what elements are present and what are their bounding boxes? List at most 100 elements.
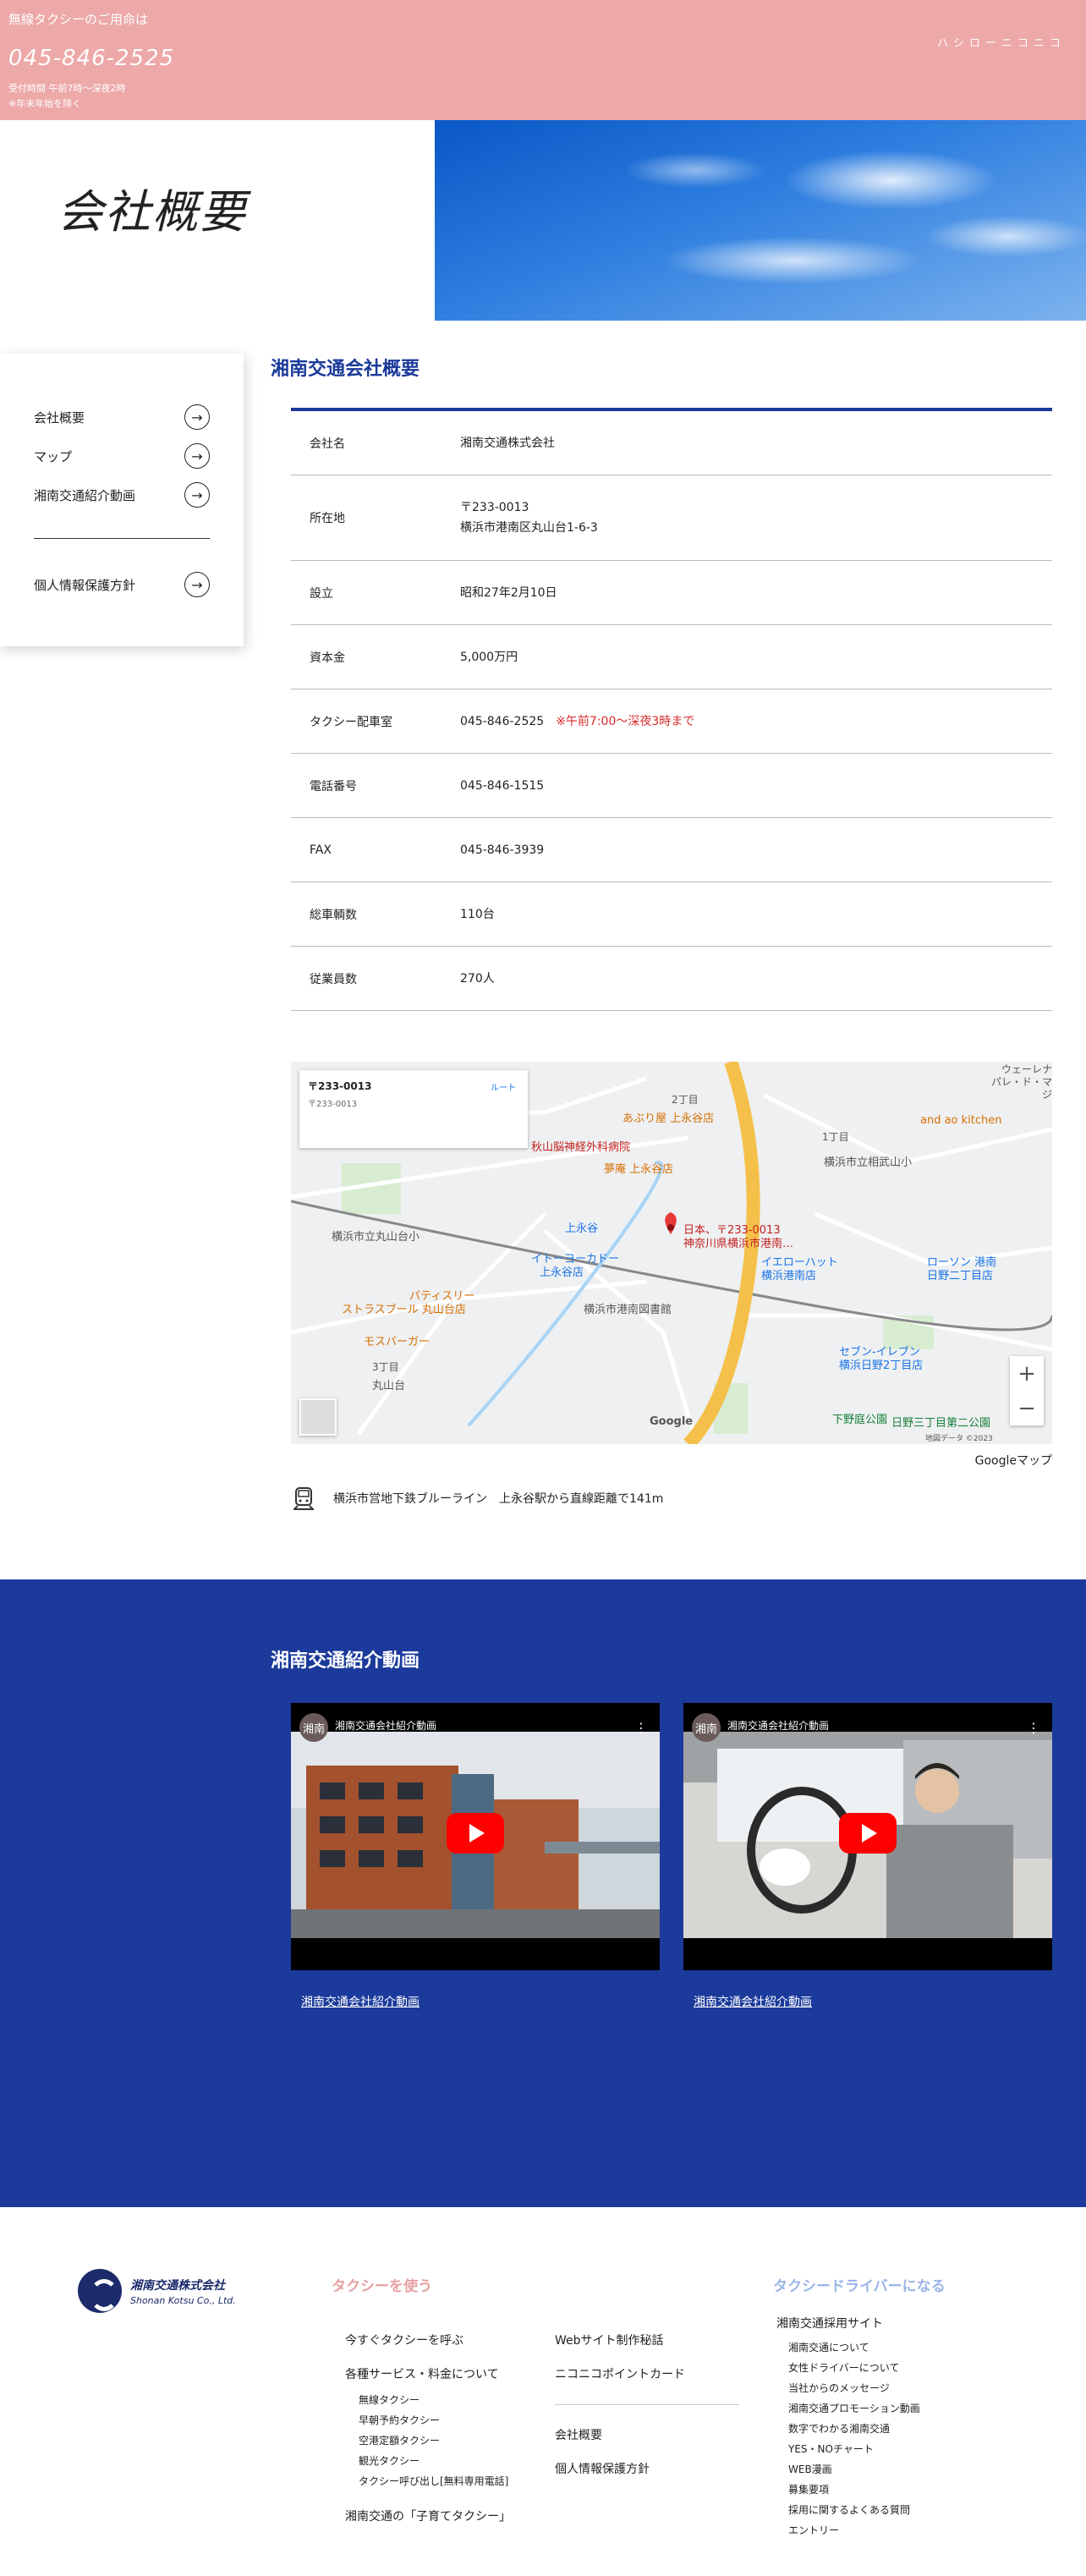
- info-key: 電話番号: [310, 779, 357, 794]
- info-row-name: 会社名 湘南交通株式会社: [291, 411, 1052, 475]
- footer-link-entry[interactable]: エントリー: [788, 2523, 839, 2537]
- more-vert-icon[interactable]: ⋮: [634, 1720, 648, 1736]
- footer-link-kosodate[interactable]: 湘南交通の「子育てタクシー」: [345, 2507, 511, 2524]
- footer-logo[interactable]: 湘南交通株式会社 Shonan Kotsu Co., Ltd.: [78, 2269, 236, 2313]
- side-nav-label: 会社概要: [34, 409, 85, 426]
- header-note: ※年末年始を除く: [8, 98, 82, 109]
- map-poi-patisserie-line1: パティスリー: [409, 1290, 475, 1303]
- footer-link-privacy[interactable]: 個人情報保護方針: [555, 2460, 650, 2477]
- side-nav-divider: [34, 538, 210, 539]
- map-poi-seven[interactable]: セブン-イレブン 横浜日野2丁目店: [839, 1346, 923, 1373]
- footer-link-web-story[interactable]: Webサイト制作秘話: [555, 2332, 664, 2348]
- map-layer-button[interactable]: [299, 1398, 337, 1436]
- map-station-label[interactable]: 上永谷: [565, 1219, 598, 1235]
- footer-link-faq[interactable]: 採用に関するよくある質問: [788, 2502, 910, 2517]
- map-poi-yume[interactable]: 夢庵 上永谷店: [604, 1160, 673, 1176]
- map-poi-abura[interactable]: あぶり屋 上永谷店: [623, 1109, 714, 1125]
- video-heading: 湘南交通紹介動画: [271, 1651, 420, 1672]
- info-key: 従業員数: [310, 972, 357, 986]
- google-map[interactable]: 〒233-0013 〒233-0013 ルート 日本、〒233-0013 神奈川…: [291, 1062, 1052, 1444]
- info-key: 設立: [310, 586, 333, 601]
- video-link-1[interactable]: 湘南交通会社紹介動画: [301, 1993, 420, 2010]
- info-row-phone: 電話番号 045-846-1515: [291, 754, 1052, 818]
- map-poi-lawson-line2: 日野二丁目店: [927, 1270, 994, 1283]
- more-vert-icon[interactable]: ⋮: [1027, 1720, 1040, 1736]
- side-nav-item-map[interactable]: マップ →: [34, 442, 210, 470]
- info-value: 昭和27年2月10日: [460, 585, 557, 600]
- arrow-right-icon: →: [184, 482, 210, 508]
- side-nav-item-privacy[interactable]: 個人情報保護方針 →: [34, 570, 210, 599]
- map-poi-itoyokado[interactable]: イトーヨーカドー 上永谷店: [531, 1253, 619, 1280]
- footer-link-airport-taxi[interactable]: 空港定額タクシー: [359, 2433, 440, 2447]
- footer-link-free-line[interactable]: タクシー呼び出し[無料専用電話]: [359, 2474, 508, 2488]
- footer-link-message[interactable]: 当社からのメッセージ: [788, 2381, 890, 2395]
- info-row-founded: 設立 昭和27年2月10日: [291, 561, 1052, 625]
- footer-company-en: Shonan Kotsu Co., Ltd.: [130, 2294, 236, 2306]
- footer-link-numbers[interactable]: 数字でわかる湘南交通: [788, 2421, 890, 2436]
- header-band: 無線タクシーのご用命は 045-846-2525 受付時間 午前7時〜深夜2時 …: [0, 0, 1086, 120]
- footer-link-requirements[interactable]: 募集要項: [788, 2482, 829, 2496]
- footer-link-services[interactable]: 各種サービス・料金について: [345, 2365, 499, 2382]
- zoom-in-button[interactable]: +: [1010, 1356, 1044, 1391]
- play-button-icon[interactable]: [839, 1813, 897, 1854]
- footer-link-point-card[interactable]: ニコニコポイントカード: [555, 2365, 685, 2382]
- map-poi-yellowhat-line1: イエローハット: [761, 1256, 838, 1269]
- map-poi-lawson[interactable]: ローソン 港南 日野二丁目店: [927, 1256, 996, 1283]
- info-value: 〒233-0013 横浜市港南区丸山台1-6-3: [460, 497, 598, 538]
- map-poi-wellner-line2: パレ・ド・マジ: [990, 1076, 1052, 1101]
- directions-button[interactable]: ルート: [491, 1080, 516, 1093]
- channel-avatar[interactable]: 湘南: [299, 1713, 328, 1742]
- footer-link-early-taxi[interactable]: 早朝予約タクシー: [359, 2413, 440, 2427]
- video-player-2[interactable]: 湘南 湘南交通会社紹介動画 ⋮: [683, 1703, 1052, 1970]
- footer-link-call-now[interactable]: 今すぐタクシーを呼ぶ: [345, 2332, 463, 2348]
- footer-link-company[interactable]: 会社概要: [555, 2426, 602, 2443]
- map-chome-label: 1丁目: [822, 1131, 849, 1143]
- map-poi-wellner[interactable]: ウェーレナ パレ・ド・マジ: [990, 1063, 1052, 1101]
- map-chome-label: 2丁目: [672, 1094, 699, 1106]
- map-poi-yellowhat[interactable]: イエローハット 横浜港南店: [761, 1256, 838, 1283]
- google-map-caption[interactable]: Googleマップ: [975, 1452, 1052, 1469]
- footer-company-names: 湘南交通株式会社 Shonan Kotsu Co., Ltd.: [130, 2277, 236, 2306]
- info-key: 資本金: [310, 651, 345, 665]
- footer-link-manga[interactable]: WEB漫画: [788, 2462, 832, 2476]
- map-poi-itoyokado-line1: イトーヨーカドー: [531, 1253, 620, 1266]
- map-poi-school2[interactable]: 横浜市立相武山小: [824, 1153, 912, 1169]
- side-nav-item-video[interactable]: 湘南交通紹介動画 →: [34, 481, 210, 509]
- video-link-2[interactable]: 湘南交通会社紹介動画: [694, 1993, 812, 2010]
- map-poi-clinic[interactable]: 秋山脳神経外科病院: [531, 1138, 630, 1154]
- side-nav-label: 湘南交通紹介動画: [34, 487, 136, 503]
- footer-link-radio-taxi[interactable]: 無線タクシー: [359, 2392, 420, 2407]
- map-poi-mos[interactable]: モスバーガー: [364, 1332, 430, 1348]
- header-hours: 受付時間 午前7時〜深夜2時: [8, 83, 126, 94]
- info-key: タクシー配車室: [310, 715, 392, 729]
- footer-link-promo-video[interactable]: 湘南交通プロモーション動画: [788, 2401, 920, 2415]
- video-title[interactable]: 湘南交通会社紹介動画: [727, 1718, 829, 1733]
- map-poi-patisserie[interactable]: パティスリー ストラスブール 丸山台店: [342, 1290, 474, 1317]
- map-poi-park2[interactable]: 日野三丁目第二公園: [891, 1414, 990, 1430]
- map-poi-library[interactable]: 横浜市港南図書館: [584, 1300, 672, 1316]
- side-nav-item-company[interactable]: 会社概要 →: [34, 403, 210, 431]
- footer-divider: [555, 2404, 739, 2405]
- map-poi-kitchen[interactable]: and ao kitchen: [920, 1114, 1002, 1127]
- map-poi-school[interactable]: 横浜市立丸山台小: [332, 1228, 420, 1244]
- footer-link-women-drivers[interactable]: 女性ドライバーについて: [788, 2360, 899, 2375]
- footer-link-recruit-site[interactable]: 湘南交通採用サイト: [776, 2315, 883, 2332]
- street-address: 横浜市港南区丸山台1-6-3: [460, 521, 598, 535]
- company-heading: 湘南交通会社概要: [271, 359, 420, 380]
- company-logo-icon: [78, 2269, 122, 2313]
- map-pin-label: 日本、〒233-0013 神奈川県横浜市港南…: [683, 1224, 793, 1251]
- video-player-1[interactable]: 湘南 湘南交通会社紹介動画 ⋮: [291, 1703, 660, 1970]
- channel-avatar[interactable]: 湘南: [692, 1713, 721, 1742]
- footer-link-yes-no[interactable]: YES・NOチャート: [788, 2441, 874, 2456]
- train-access: 横浜市営地下鉄ブルーライン 上永谷駅から直線距離で141m: [291, 1486, 663, 1511]
- map-area-label: 丸山台: [372, 1380, 406, 1392]
- play-button-icon[interactable]: [447, 1813, 504, 1854]
- video-title[interactable]: 湘南交通会社紹介動画: [335, 1718, 436, 1733]
- footer-link-tour-taxi[interactable]: 観光タクシー: [359, 2453, 420, 2468]
- map-card-title: 〒233-0013: [308, 1080, 372, 1092]
- zoom-out-button[interactable]: −: [1010, 1391, 1044, 1425]
- footer-link-about[interactable]: 湘南交通について: [788, 2340, 869, 2354]
- map-poi-wellner-line1: ウェーレナ: [1001, 1063, 1052, 1075]
- header-phone-link[interactable]: 045-846-2525: [8, 46, 174, 71]
- map-poi-park[interactable]: 下野庭公園: [832, 1410, 887, 1426]
